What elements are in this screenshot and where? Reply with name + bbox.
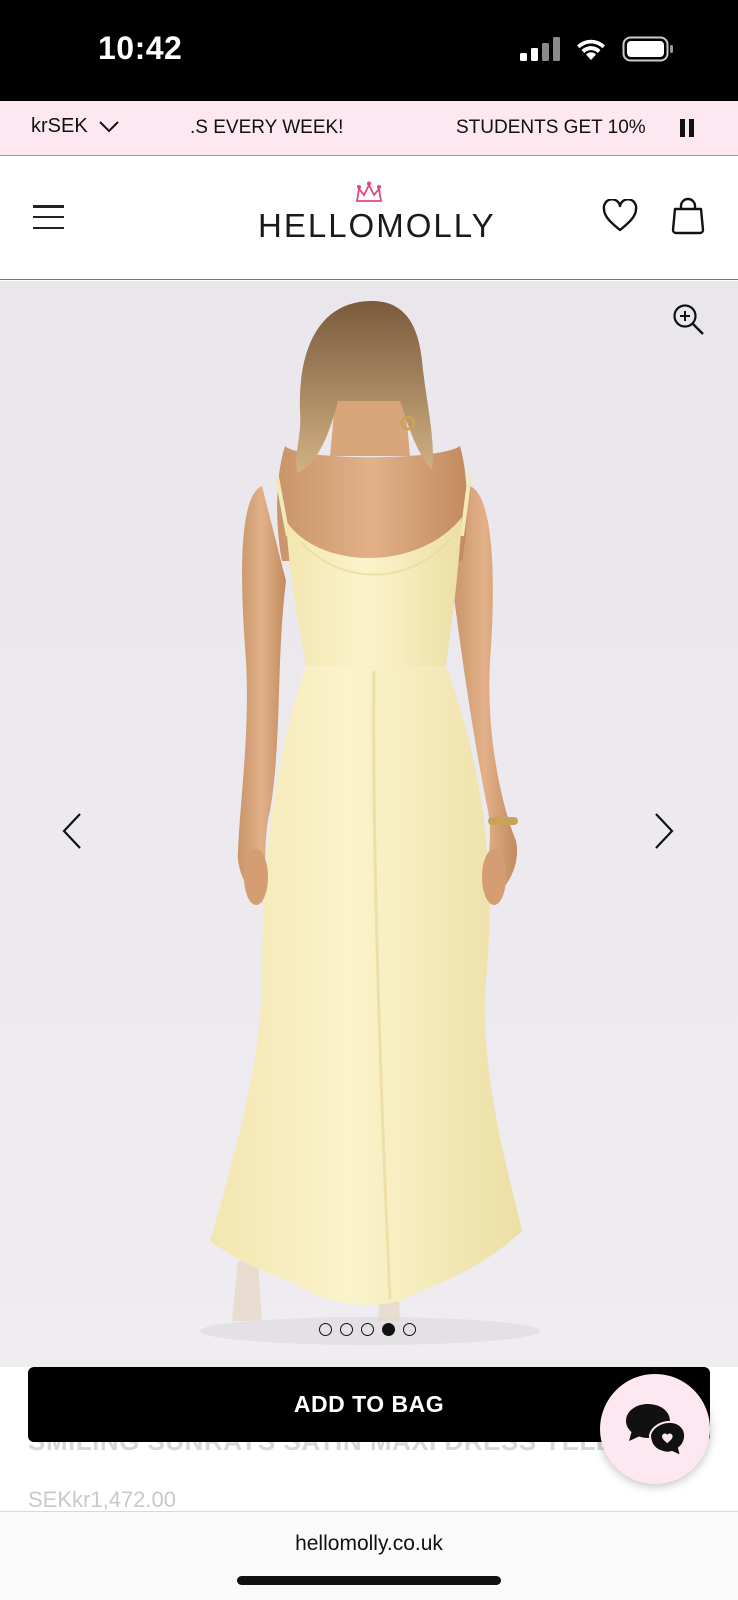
carousel-dot[interactable] [382, 1323, 395, 1336]
status-time: 10:42 [98, 30, 183, 66]
pause-icon-bar [680, 119, 685, 137]
menu-icon-line [33, 205, 64, 208]
wifi-icon [577, 39, 605, 60]
menu-icon-line [33, 226, 64, 229]
chevron-left-icon[interactable] [60, 811, 84, 851]
status-bar: 10:42 [0, 0, 738, 101]
product-photo [200, 301, 540, 1345]
brand-logo-text: HELLOMOLLY [258, 207, 496, 244]
battery-icon [622, 36, 673, 62]
carousel-dot[interactable] [319, 1323, 332, 1336]
currency-selector[interactable]: krSEK [31, 115, 120, 138]
carousel-dot[interactable] [340, 1323, 353, 1336]
home-indicator[interactable] [237, 1576, 501, 1585]
url-field[interactable]: hellomolly.co.uk [0, 1532, 738, 1556]
currency-label: krSEK [31, 115, 88, 137]
site-header: HELLOMOLLY [0, 157, 738, 280]
zoom-in-icon[interactable] [672, 303, 706, 337]
promo-message: .S EVERY WEEK! [190, 117, 344, 138]
chevron-down-icon [98, 120, 119, 132]
chat-button[interactable] [600, 1374, 710, 1484]
chat-bubbles-icon [626, 1404, 687, 1457]
carousel-dot[interactable] [361, 1323, 374, 1336]
promo-bar: krSEK .S EVERY WEEK! STUDENTS GET 10% [0, 101, 738, 156]
product-price: SEKkr1,472.00 [28, 1487, 176, 1512]
chevron-right-icon[interactable] [652, 811, 676, 851]
carousel-pagination [319, 1323, 416, 1336]
promo-message: STUDENTS GET 10% [456, 117, 646, 138]
pause-icon-bar [689, 119, 694, 137]
heart-icon[interactable] [602, 199, 638, 233]
cellular-signal-icon [520, 37, 560, 61]
product-image-carousel[interactable] [0, 281, 738, 1367]
browser-bar: hellomolly.co.uk [0, 1511, 738, 1600]
carousel-dot[interactable] [403, 1323, 416, 1336]
pause-button[interactable] [680, 119, 694, 137]
menu-icon-line [33, 215, 64, 219]
status-icons [520, 36, 674, 62]
crown-icon [355, 181, 383, 202]
menu-button[interactable] [33, 205, 64, 229]
shopping-bag-icon[interactable] [670, 197, 706, 235]
brand-logo[interactable]: HELLOMOLLY [258, 181, 496, 251]
